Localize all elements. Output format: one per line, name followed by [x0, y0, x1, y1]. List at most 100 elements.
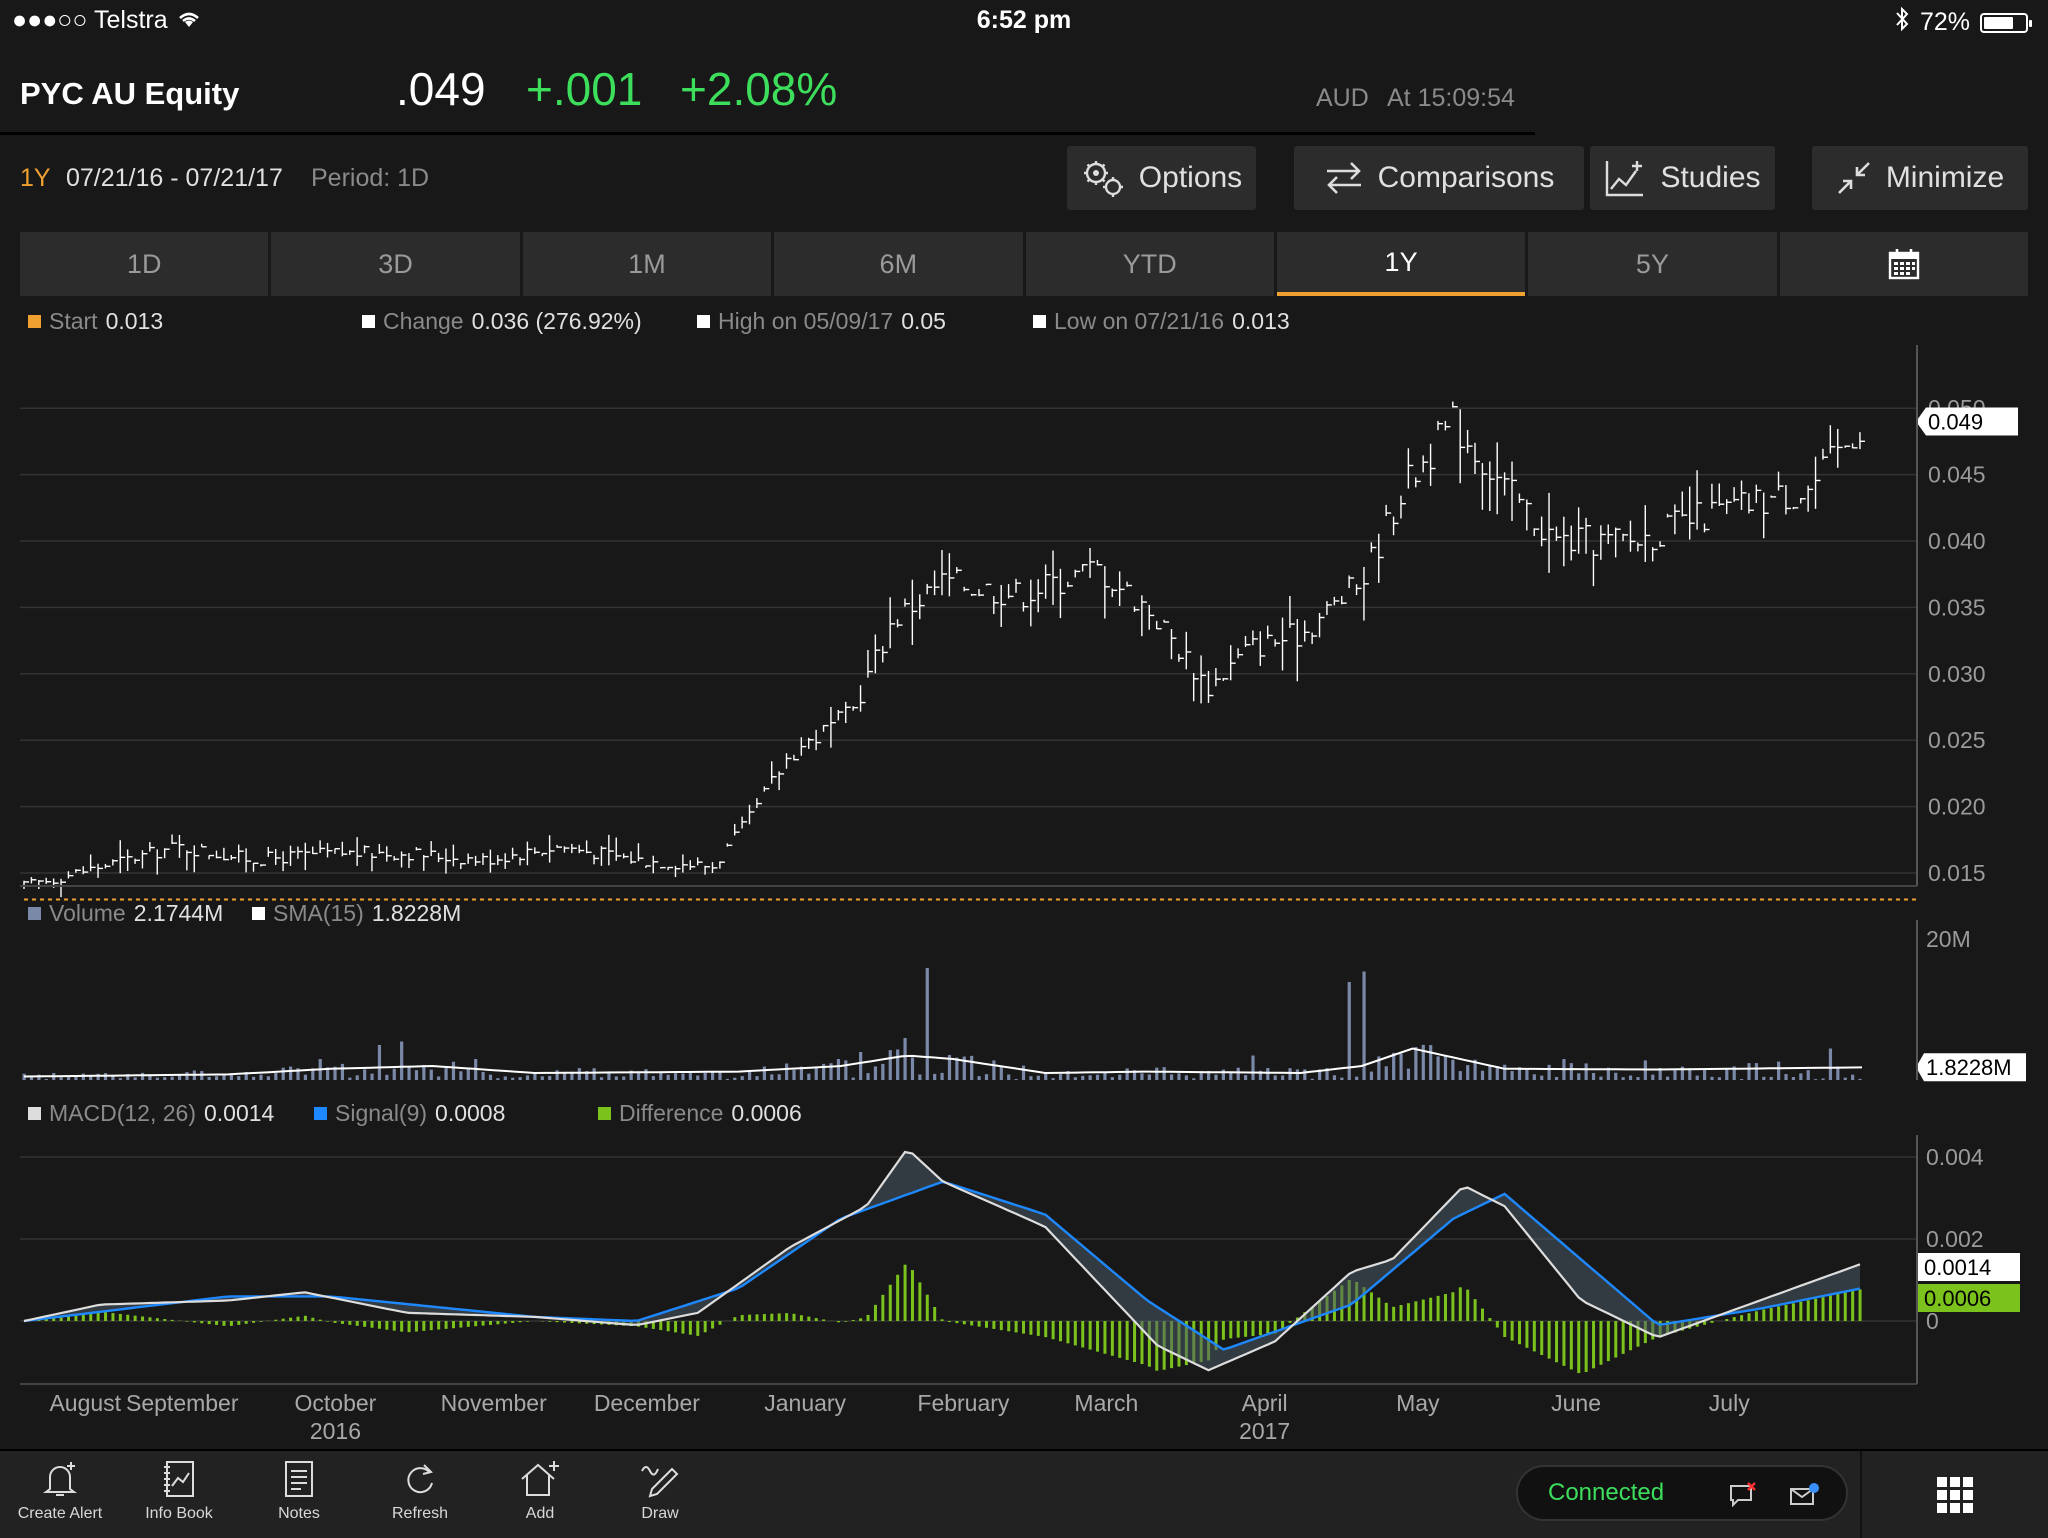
difference-bar	[385, 1321, 388, 1330]
change-label: Change	[383, 308, 464, 335]
difference-bar	[1533, 1321, 1536, 1351]
difference-bar	[504, 1321, 507, 1324]
volume-bar	[237, 1076, 240, 1080]
clock: 6:52 pm	[0, 6, 2048, 35]
difference-bar	[1044, 1321, 1047, 1337]
price-tick-label: 0.035	[1928, 594, 1986, 620]
volume-bar	[674, 1073, 677, 1080]
studies-button[interactable]: Studies	[1590, 146, 1775, 210]
tab-1y[interactable]: 1Y	[1277, 232, 1525, 296]
volume-bar	[97, 1074, 100, 1080]
volume-bar	[1851, 1075, 1854, 1080]
difference-bar	[371, 1321, 374, 1328]
volume-bar	[1511, 1071, 1514, 1080]
volume-bar	[1503, 1065, 1506, 1080]
volume-bar	[378, 1045, 381, 1080]
notes-button[interactable]: Notes	[244, 1459, 354, 1523]
range-label: 1Y	[20, 164, 51, 193]
volume-bar	[163, 1077, 166, 1080]
difference-bar	[1133, 1321, 1136, 1362]
macd-tag-label: 0.0014	[1924, 1255, 1991, 1280]
difference-bar	[1444, 1294, 1447, 1321]
difference-bar	[1118, 1321, 1121, 1358]
launchpad-button[interactable]	[1860, 1451, 2048, 1538]
difference-bar	[1733, 1317, 1736, 1321]
info-book-button[interactable]: Info Book	[124, 1459, 234, 1523]
comparisons-label: Comparisons	[1378, 161, 1555, 195]
volume-bar	[1836, 1067, 1839, 1080]
difference-bar	[1096, 1321, 1099, 1352]
volume-bar	[874, 1066, 877, 1080]
difference-bar	[1525, 1321, 1528, 1348]
connection-status[interactable]: Connected	[1516, 1465, 1848, 1521]
difference-bar	[156, 1318, 159, 1321]
tab-6m[interactable]: 6M	[774, 232, 1022, 296]
difference-bar	[1725, 1319, 1728, 1321]
difference-bar	[741, 1315, 744, 1321]
add-button[interactable]: Add	[485, 1459, 595, 1523]
chart-canvas[interactable]: 0.0150.0200.0250.0300.0350.0400.0450.050…	[0, 340, 2048, 1449]
volume-bar	[60, 1077, 63, 1080]
difference-bar	[222, 1321, 225, 1326]
refresh-button[interactable]: Refresh	[365, 1459, 475, 1523]
difference-bar	[689, 1321, 692, 1335]
volume-bar	[171, 1077, 174, 1080]
difference-bar	[1422, 1300, 1425, 1321]
volume-bar	[1770, 1077, 1773, 1080]
volume-bar	[1126, 1068, 1129, 1080]
macd-tick-label: 0.004	[1926, 1144, 1984, 1170]
difference-bar	[1400, 1305, 1403, 1321]
difference-bar	[1614, 1321, 1617, 1358]
difference-bar	[334, 1321, 337, 1323]
tab-5y[interactable]: 5Y	[1528, 232, 1776, 296]
difference-bar	[193, 1321, 196, 1322]
difference-bar	[1103, 1321, 1106, 1354]
price-series	[24, 402, 1865, 898]
difference-bar	[1229, 1321, 1232, 1338]
volume-bar	[689, 1073, 692, 1080]
volume-bar	[1155, 1068, 1158, 1080]
volume-bar	[504, 1076, 507, 1080]
difference-bar	[948, 1321, 951, 1322]
time-axis: AugustSeptemberOctoberNovemberDecemberJa…	[49, 1390, 1750, 1444]
difference-bar	[319, 1320, 322, 1321]
high-label: High on 05/09/17	[718, 308, 893, 335]
volume-bar	[1140, 1073, 1143, 1080]
draw-button[interactable]: Draw	[605, 1459, 715, 1523]
difference-bar	[748, 1315, 751, 1321]
options-button[interactable]: Options	[1067, 146, 1256, 210]
period-tabs: 1D 3D 1M 6M YTD 1Y 5Y	[20, 232, 2028, 296]
difference-bar	[1066, 1321, 1069, 1343]
difference-bar	[926, 1295, 929, 1321]
change-value: 0.036 (276.92%)	[472, 308, 642, 335]
difference-bar	[911, 1270, 914, 1321]
tab-3d[interactable]: 3D	[271, 232, 519, 296]
volume-bar	[430, 1070, 433, 1080]
volume-bar	[1362, 972, 1365, 1081]
notes-icon	[279, 1459, 319, 1499]
volume-bar	[1385, 1066, 1388, 1080]
volume-bar	[1807, 1070, 1810, 1080]
difference-bar	[252, 1321, 255, 1323]
volume-bar	[459, 1071, 462, 1080]
price-tick-label: 0.040	[1928, 528, 1986, 554]
tab-calendar[interactable]	[1780, 232, 2028, 296]
difference-bar	[1029, 1321, 1032, 1335]
difference-bar	[1237, 1321, 1240, 1338]
tab-ytd[interactable]: YTD	[1026, 232, 1274, 296]
tab-1m[interactable]: 1M	[523, 232, 771, 296]
create-alert-button[interactable]: Create Alert	[5, 1459, 115, 1523]
month-label: August	[49, 1390, 121, 1416]
difference-bar	[1585, 1321, 1588, 1372]
comparisons-button[interactable]: Comparisons	[1294, 146, 1584, 210]
minimize-button[interactable]: Minimize	[1812, 146, 2028, 210]
tab-1d[interactable]: 1D	[20, 232, 268, 296]
volume-bar	[681, 1074, 684, 1080]
minimize-label: Minimize	[1886, 161, 2004, 195]
volume-bar	[407, 1067, 410, 1080]
battery-fill	[1984, 17, 2013, 29]
volume-bar	[1777, 1062, 1780, 1080]
difference-bar	[1266, 1321, 1269, 1335]
volume-bar	[1274, 1075, 1277, 1080]
volume-bar	[481, 1072, 484, 1080]
